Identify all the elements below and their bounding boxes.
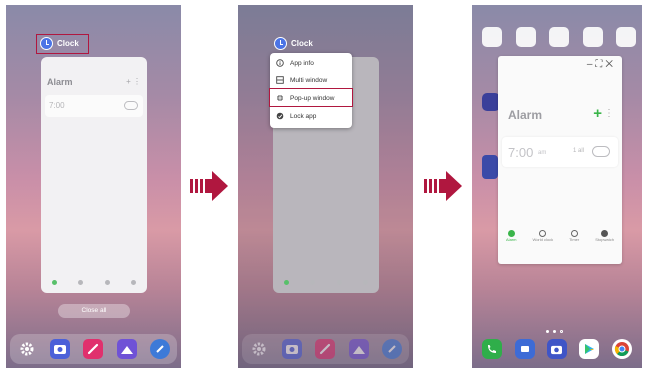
tab-world-clock[interactable]: World clock: [532, 230, 554, 242]
tab-label: Stopwatch: [595, 237, 614, 242]
dock: [242, 334, 409, 364]
camera-icon[interactable]: [546, 339, 567, 359]
calendar-icon[interactable]: [616, 27, 636, 47]
app-title-label: Clock: [291, 39, 313, 48]
tab-timer-icon: [336, 280, 342, 285]
alarm-time: 7:00: [508, 145, 534, 160]
play-store-icon[interactable]: [579, 339, 600, 359]
tab-stopwatch-icon: [363, 280, 369, 285]
alarm-toggle[interactable]: [592, 146, 610, 157]
page-dot: [560, 330, 563, 333]
pen-icon[interactable]: [83, 339, 104, 359]
tab-timer[interactable]: Timer: [569, 230, 579, 242]
compass-icon[interactable]: [382, 339, 403, 359]
settings-icon[interactable]: [249, 339, 269, 359]
folder-icon[interactable]: [482, 27, 502, 47]
highlight-box: [269, 88, 353, 107]
tab-alarm-icon: [51, 280, 57, 285]
tab-world-icon: [78, 280, 84, 285]
tab-timer-icon: [104, 280, 110, 285]
tab-world-icon: [310, 280, 316, 285]
info-icon: [276, 59, 284, 67]
highlight-box: [36, 34, 89, 54]
lock-icon: [276, 112, 284, 120]
settings-icon[interactable]: [17, 339, 37, 359]
app-icon[interactable]: [482, 155, 498, 179]
alarm-row: 7:00: [45, 95, 143, 117]
multi-window-icon: [276, 76, 284, 84]
stopwatch-icon: [601, 230, 609, 237]
page-dot: [553, 330, 556, 333]
alarm-ampm: am: [538, 150, 547, 156]
bottom-tabs: [273, 280, 379, 285]
add-icon: + ⋮: [126, 77, 141, 86]
phone-screen-app-menu: Clock App info Multi window Pop-up windo…: [238, 5, 413, 368]
arrow-right-icon: [424, 171, 462, 201]
globe-icon: [539, 230, 547, 237]
menu-item-app-info[interactable]: App info: [270, 55, 352, 71]
gallery-icon[interactable]: [116, 339, 137, 359]
phone-screen-home-popup: –⛶✕ Alarm + ⋮ 7:00 am 1 all Alarm World …: [472, 5, 642, 368]
home-dock: [476, 334, 638, 364]
bottom-tabs: [41, 280, 147, 285]
tab-label: Timer: [569, 237, 580, 242]
phone-screen-recent-apps: Clock Alarm + ⋮ 7:00 Close all: [6, 5, 181, 368]
camera-icon[interactable]: [50, 339, 71, 359]
add-alarm-icon[interactable]: +: [593, 105, 602, 122]
folder-icon[interactable]: [582, 27, 603, 47]
menu-item-multi-window[interactable]: Multi window: [270, 72, 352, 88]
tab-stopwatch[interactable]: Stopwatch: [595, 230, 614, 242]
messages-icon[interactable]: [514, 339, 535, 359]
folder-icon[interactable]: [515, 27, 536, 47]
chrome-icon[interactable]: [611, 339, 632, 359]
alarm-icon: [507, 230, 515, 237]
clock-icon: [274, 37, 287, 50]
maximize-icon[interactable]: ⛶: [595, 59, 605, 70]
card-header: Alarm: [47, 77, 73, 87]
gallery-icon[interactable]: [348, 339, 369, 359]
arrow-right-icon: [190, 171, 228, 201]
alarm-toggle: [124, 101, 138, 110]
alarm-row[interactable]: 7:00 am 1 all: [502, 137, 618, 167]
menu-item-label: Multi window: [290, 76, 328, 84]
recent-app-card[interactable]: Alarm + ⋮ 7:00: [41, 57, 147, 293]
app-title-clock[interactable]: Clock: [274, 37, 313, 50]
more-icon[interactable]: ⋮: [604, 108, 614, 119]
phone-icon[interactable]: [482, 339, 503, 359]
camera-icon[interactable]: [282, 339, 303, 359]
alarm-time: 7:00: [49, 101, 65, 110]
close-all-button[interactable]: Close all: [58, 304, 130, 318]
menu-item-label: Lock app: [290, 112, 317, 120]
folder-icon[interactable]: [549, 27, 569, 47]
window-controls: –⛶✕: [587, 59, 616, 70]
tab-alarm[interactable]: Alarm: [506, 230, 516, 242]
close-icon[interactable]: ✕: [605, 59, 616, 70]
menu-item-label: App info: [290, 59, 314, 67]
bottom-tabs: Alarm World clock Timer Stopwatch: [498, 230, 622, 242]
page-indicator: [546, 330, 563, 333]
tab-label: World clock: [532, 237, 554, 242]
clock-popup-window[interactable]: –⛶✕ Alarm + ⋮ 7:00 am 1 all Alarm World …: [498, 56, 622, 264]
alarm-repeat: 1 all: [572, 148, 584, 154]
popup-header: Alarm: [508, 108, 543, 122]
tab-label: Alarm: [506, 237, 517, 242]
tab-alarm-icon: [283, 280, 289, 285]
compass-icon[interactable]: [150, 339, 171, 359]
home-folder-row: [482, 27, 636, 47]
pen-icon[interactable]: [315, 339, 336, 359]
dock: [10, 334, 177, 364]
timer-icon: [570, 230, 578, 237]
page-dot: [546, 330, 549, 333]
tab-stopwatch-icon: [131, 280, 137, 285]
menu-item-lock-app[interactable]: Lock app: [270, 108, 352, 124]
